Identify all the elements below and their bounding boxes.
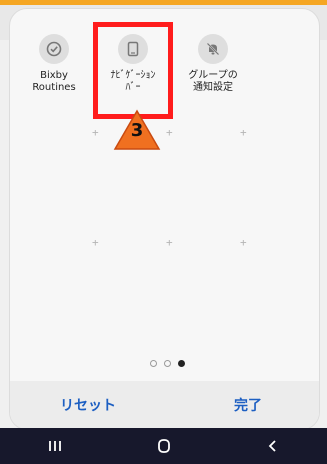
empty-slot-plus-icon[interactable]: +: [166, 237, 173, 248]
panel-footer: [10, 381, 319, 429]
tile-label: Bixby Routines: [32, 70, 76, 93]
tile-bixby-routines[interactable]: Bixby Routines: [17, 34, 91, 94]
bell-mute-icon: [198, 34, 228, 64]
empty-slot-plus-icon[interactable]: +: [240, 237, 247, 248]
annotation-step-badge: 3: [112, 108, 162, 152]
tile-label: グループの 通知設定: [188, 70, 238, 93]
empty-slot-plus-icon[interactable]: +: [92, 127, 99, 138]
routine-check-icon: [39, 34, 69, 64]
empty-slot-plus-icon[interactable]: +: [92, 237, 99, 248]
page-indicator[interactable]: [150, 360, 185, 367]
empty-slot-plus-icon[interactable]: +: [240, 127, 247, 138]
empty-slot-plus-icon[interactable]: +: [166, 127, 173, 138]
home-icon: [157, 439, 170, 453]
system-navigation-bar: [0, 428, 327, 464]
tile-group-notification[interactable]: グループの 通知設定: [176, 34, 250, 94]
home-button[interactable]: [139, 428, 189, 464]
back-chevron-icon: [268, 440, 276, 452]
page-dot-active[interactable]: [178, 360, 185, 367]
annotation-highlight-box: [93, 22, 173, 119]
recent-apps-icon: [48, 441, 61, 451]
top-accent-bar: [0, 0, 327, 5]
back-button[interactable]: [248, 428, 298, 464]
reset-button[interactable]: リセット: [60, 395, 116, 415]
done-button[interactable]: 完了: [234, 395, 262, 415]
page-dot[interactable]: [150, 360, 157, 367]
page-dot[interactable]: [164, 360, 171, 367]
step-number: 3: [130, 120, 144, 141]
recent-apps-button[interactable]: [30, 428, 80, 464]
